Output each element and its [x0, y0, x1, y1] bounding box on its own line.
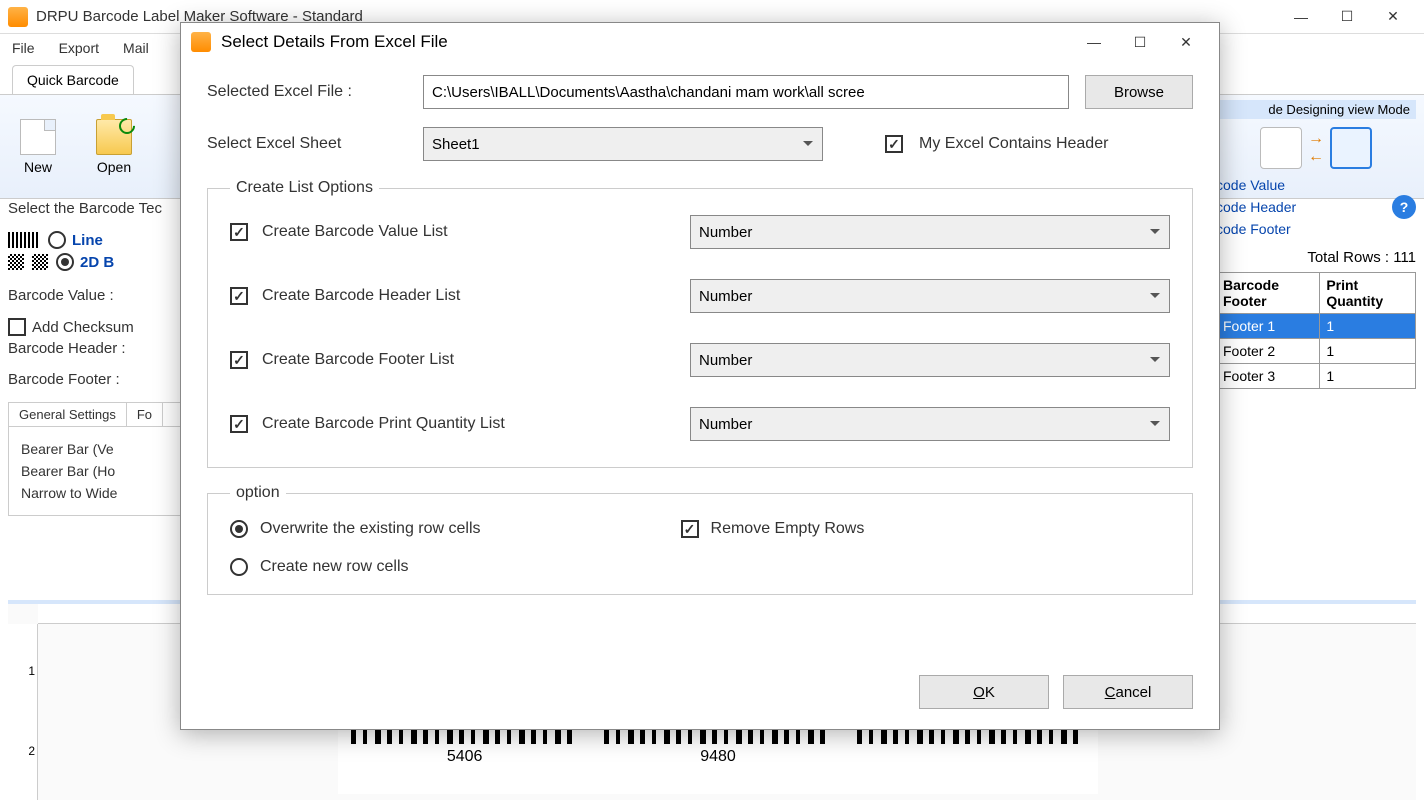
- dialog-titlebar: Select Details From Excel File — ☐ ✕: [181, 23, 1219, 61]
- design-mode-label: de Designing view Mode: [1216, 100, 1416, 119]
- menu-file[interactable]: File: [12, 40, 35, 56]
- left-panel: Select the Barcode Tec Line 2D B Barcode…: [8, 200, 188, 516]
- list-label-0: Create Barcode Value List: [262, 223, 676, 241]
- overwrite-radio[interactable]: [230, 520, 248, 538]
- list-select-1[interactable]: Number: [690, 279, 1170, 313]
- close-button[interactable]: ✕: [1370, 2, 1416, 32]
- new-document-icon: [20, 119, 56, 155]
- th-footer[interactable]: Barcode Footer: [1217, 273, 1320, 314]
- new-label: New: [24, 159, 52, 175]
- general-settings-tab[interactable]: General Settings: [9, 403, 127, 426]
- create-new-label: Create new row cells: [260, 558, 409, 576]
- open-label: Open: [97, 159, 131, 175]
- linear-barcode-icon: [8, 232, 38, 248]
- list-checkbox-3[interactable]: [230, 415, 248, 433]
- table-row[interactable]: Footer 11: [1217, 314, 1416, 339]
- ruler-vertical: 1 2: [8, 624, 38, 800]
- list-select-0[interactable]: Number: [690, 215, 1170, 249]
- list-checkbox-2[interactable]: [230, 351, 248, 369]
- 2d-label[interactable]: 2D B: [80, 254, 114, 271]
- remove-empty-label: Remove Empty Rows: [711, 520, 865, 538]
- has-header-checkbox[interactable]: [885, 135, 903, 153]
- option-legend: option: [230, 484, 286, 502]
- open-button[interactable]: Open: [96, 119, 132, 175]
- tab-quick-barcode[interactable]: Quick Barcode: [12, 65, 134, 94]
- browse-button[interactable]: Browse: [1085, 75, 1193, 109]
- list-checkbox-0[interactable]: [230, 223, 248, 241]
- dialog-close-button[interactable]: ✕: [1163, 27, 1209, 57]
- linear-label[interactable]: Line: [72, 232, 103, 249]
- menu-mail[interactable]: Mail: [123, 40, 149, 56]
- barcode-footer-label: Barcode Footer :: [8, 371, 188, 388]
- bearer-v: Bearer Bar (Ve: [21, 441, 175, 457]
- select-sheet-label: Select Excel Sheet: [207, 135, 407, 153]
- option-fieldset: option Overwrite the existing row cells …: [207, 484, 1193, 595]
- barcode-label-1: 5406: [447, 748, 483, 766]
- barcode-value-label: Barcode Value :: [8, 287, 188, 304]
- remove-empty-checkbox[interactable]: [681, 520, 699, 538]
- maximize-button[interactable]: ☐: [1324, 2, 1370, 32]
- design-mode-2[interactable]: [1330, 127, 1372, 169]
- dialog-app-icon: [191, 32, 211, 52]
- list-checkbox-1[interactable]: [230, 287, 248, 305]
- has-header-label: My Excel Contains Header: [919, 135, 1108, 153]
- list-label-1: Create Barcode Header List: [262, 287, 676, 305]
- link-code-value[interactable]: code Value: [1216, 177, 1416, 193]
- bearer-list: Bearer Bar (Ve Bearer Bar (Ho Narrow to …: [8, 426, 188, 516]
- right-panel: de Designing view Mode →← code Value cod…: [1216, 100, 1416, 389]
- bearer-h: Bearer Bar (Ho: [21, 463, 175, 479]
- help-icon[interactable]: ?: [1392, 195, 1416, 219]
- table-row[interactable]: Footer 21: [1217, 339, 1416, 364]
- create-new-radio[interactable]: [230, 558, 248, 576]
- table-row[interactable]: Footer 31: [1217, 364, 1416, 389]
- dialog-maximize-button[interactable]: ☐: [1117, 27, 1163, 57]
- new-button[interactable]: New: [20, 119, 56, 175]
- add-checksum-checkbox[interactable]: [8, 318, 26, 336]
- cancel-button[interactable]: Cancel: [1063, 675, 1193, 709]
- add-checksum-label: Add Checksum: [32, 319, 134, 336]
- dialog-title: Select Details From Excel File: [221, 32, 1071, 52]
- selected-file-label: Selected Excel File :: [207, 83, 407, 101]
- font-tab[interactable]: Fo: [127, 403, 163, 426]
- linear-radio[interactable]: [48, 231, 66, 249]
- link-list: code Value code Header ? code Footer: [1216, 177, 1416, 237]
- minimize-button[interactable]: —: [1278, 2, 1324, 32]
- create-list-legend: Create List Options: [230, 179, 379, 197]
- select-tech-label: Select the Barcode Tec: [8, 200, 188, 217]
- list-select-3[interactable]: Number: [690, 407, 1170, 441]
- excel-dialog: Select Details From Excel File — ☐ ✕ Sel…: [180, 22, 1220, 730]
- ok-button[interactable]: OK: [919, 675, 1049, 709]
- 2d-radio[interactable]: [56, 253, 74, 271]
- create-list-fieldset: Create List Options Create Barcode Value…: [207, 179, 1193, 468]
- list-select-2[interactable]: Number: [690, 343, 1170, 377]
- list-label-3: Create Barcode Print Quantity List: [262, 415, 676, 433]
- qr-icon: [8, 254, 24, 270]
- dialog-minimize-button[interactable]: —: [1071, 27, 1117, 57]
- list-label-2: Create Barcode Footer List: [262, 351, 676, 369]
- sheet-select[interactable]: Sheet1: [423, 127, 823, 161]
- selected-file-input[interactable]: [423, 75, 1069, 109]
- menu-export[interactable]: Export: [59, 40, 99, 56]
- total-rows: Total Rows : 111: [1216, 249, 1416, 266]
- design-mode-1[interactable]: [1260, 127, 1302, 169]
- app-icon: [8, 7, 28, 27]
- link-code-footer[interactable]: code Footer: [1216, 221, 1416, 237]
- th-qty[interactable]: Print Quantity: [1320, 273, 1416, 314]
- overwrite-label: Overwrite the existing row cells: [260, 520, 481, 538]
- link-code-header[interactable]: code Header: [1216, 199, 1296, 215]
- barcode-label-2: 9480: [700, 748, 736, 766]
- barcode-header-label: Barcode Header :: [8, 340, 188, 357]
- qr-icon-2: [32, 254, 48, 270]
- data-table: Barcode Footer Print Quantity Footer 11F…: [1216, 272, 1416, 389]
- open-folder-icon: [96, 119, 132, 155]
- narrow-wide: Narrow to Wide: [21, 485, 175, 501]
